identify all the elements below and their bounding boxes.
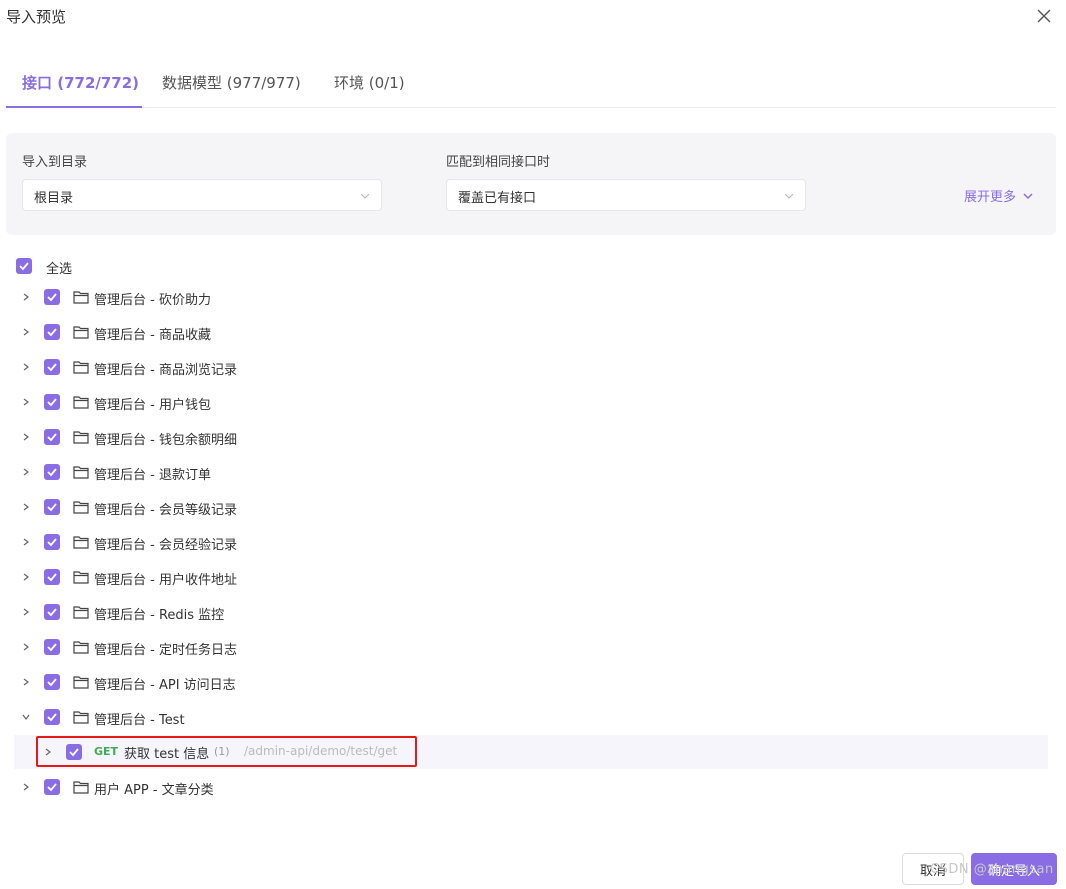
- expand-more-link[interactable]: 展开更多: [964, 186, 1034, 205]
- folder-checkbox[interactable]: [44, 464, 60, 480]
- folder-label: 管理后台 - 砍价助力: [94, 293, 211, 308]
- folder-icon: [73, 465, 89, 479]
- folder-checkbox[interactable]: [44, 499, 60, 515]
- folder-icon: [73, 500, 89, 514]
- chevron-down-icon: [783, 190, 795, 202]
- folder-icon: [73, 675, 89, 689]
- folder-checkbox[interactable]: [44, 639, 60, 655]
- target-dir-label: 导入到目录: [22, 155, 88, 170]
- on-match-value: 覆盖已有接口: [458, 191, 537, 206]
- folder-label: 管理后台 - Redis 监控: [94, 608, 225, 623]
- folder-checkbox[interactable]: [44, 674, 60, 690]
- folder-icon: [73, 535, 89, 549]
- folder-checkbox[interactable]: [44, 289, 60, 305]
- chevron-down-icon[interactable]: [21, 712, 31, 722]
- chevron-right-icon[interactable]: [21, 572, 31, 582]
- target-dir-select[interactable]: 根目录: [22, 179, 382, 211]
- import-options-panel: 导入到目录 根目录 匹配到相同接口时 覆盖已有接口 展开更多: [6, 133, 1056, 235]
- select-all-label: 全选: [46, 262, 73, 277]
- folder-icon: [73, 360, 89, 374]
- tab-data-models[interactable]: 数据模型 (977/977): [162, 72, 301, 93]
- folder-label: 管理后台 - 会员等级记录: [94, 503, 237, 518]
- chevron-right-icon[interactable]: [21, 502, 31, 512]
- tab-environments[interactable]: 环境 (0/1): [334, 72, 405, 93]
- folder-checkbox[interactable]: [44, 569, 60, 585]
- folder-checkbox[interactable]: [44, 359, 60, 375]
- folder-label: 管理后台 - 用户收件地址: [94, 573, 237, 588]
- folder-icon: [73, 605, 89, 619]
- target-dir-value: 根目录: [34, 191, 74, 206]
- tab-bar: 接口 (772/772) 数据模型 (977/977) 环境 (0/1): [6, 60, 1056, 108]
- folder-checkbox[interactable]: [44, 604, 60, 620]
- folder-label: 管理后台 - 商品浏览记录: [94, 363, 237, 378]
- folder-label: 管理后台 - 钱包余额明细: [94, 433, 237, 448]
- folder-label: 管理后台 - 商品收藏: [94, 328, 211, 343]
- folder-icon: [73, 710, 89, 724]
- folder-label: 管理后台 - 定时任务日志: [94, 643, 237, 658]
- chevron-right-icon[interactable]: [21, 292, 31, 302]
- select-all-checkbox[interactable]: [16, 258, 32, 274]
- chevron-right-icon[interactable]: [21, 432, 31, 442]
- chevron-down-icon: [1022, 190, 1034, 202]
- folder-icon: [73, 325, 89, 339]
- folder-checkbox[interactable]: [44, 534, 60, 550]
- expand-more-label: 展开更多: [963, 190, 1016, 205]
- folder-checkbox[interactable]: [44, 324, 60, 340]
- folder-checkbox[interactable]: [44, 394, 60, 410]
- folder-checkbox[interactable]: [44, 429, 60, 445]
- folder-label: 管理后台 - 会员经验记录: [94, 538, 237, 553]
- folder-icon: [73, 640, 89, 654]
- chevron-right-icon[interactable]: [21, 537, 31, 547]
- chevron-right-icon[interactable]: [21, 397, 31, 407]
- chevron-right-icon[interactable]: [21, 782, 31, 792]
- active-tab-indicator: [6, 106, 142, 108]
- folder-label: 管理后台 - 退款订单: [94, 468, 211, 483]
- dialog-title: 导入预览: [6, 8, 67, 26]
- folder-icon: [73, 395, 89, 409]
- folder-label: 管理后台 - Test: [94, 713, 185, 728]
- on-match-label: 匹配到相同接口时: [446, 155, 551, 170]
- folder-icon: [73, 570, 89, 584]
- chevron-right-icon[interactable]: [21, 677, 31, 687]
- close-icon[interactable]: [1036, 8, 1052, 24]
- tab-interfaces[interactable]: 接口 (772/772): [22, 72, 139, 93]
- chevron-right-icon[interactable]: [21, 642, 31, 652]
- folder-checkbox[interactable]: [44, 779, 60, 795]
- folder-checkbox[interactable]: [44, 709, 60, 725]
- chevron-right-icon[interactable]: [21, 327, 31, 337]
- folder-label: 管理后台 - 用户钱包: [94, 398, 211, 413]
- chevron-down-icon: [359, 190, 371, 202]
- chevron-right-icon[interactable]: [21, 607, 31, 617]
- folder-label: 用户 APP - 文章分类: [94, 783, 214, 798]
- watermark: CSDN @zhangsan: [930, 862, 1054, 877]
- folder-icon: [73, 290, 89, 304]
- chevron-right-icon[interactable]: [21, 362, 31, 372]
- chevron-right-icon[interactable]: [21, 467, 31, 477]
- annotation-highlight-box: [36, 736, 417, 767]
- on-match-select[interactable]: 覆盖已有接口: [446, 179, 806, 211]
- folder-icon: [73, 430, 89, 444]
- folder-icon: [73, 780, 89, 794]
- folder-label: 管理后台 - API 访问日志: [94, 678, 236, 693]
